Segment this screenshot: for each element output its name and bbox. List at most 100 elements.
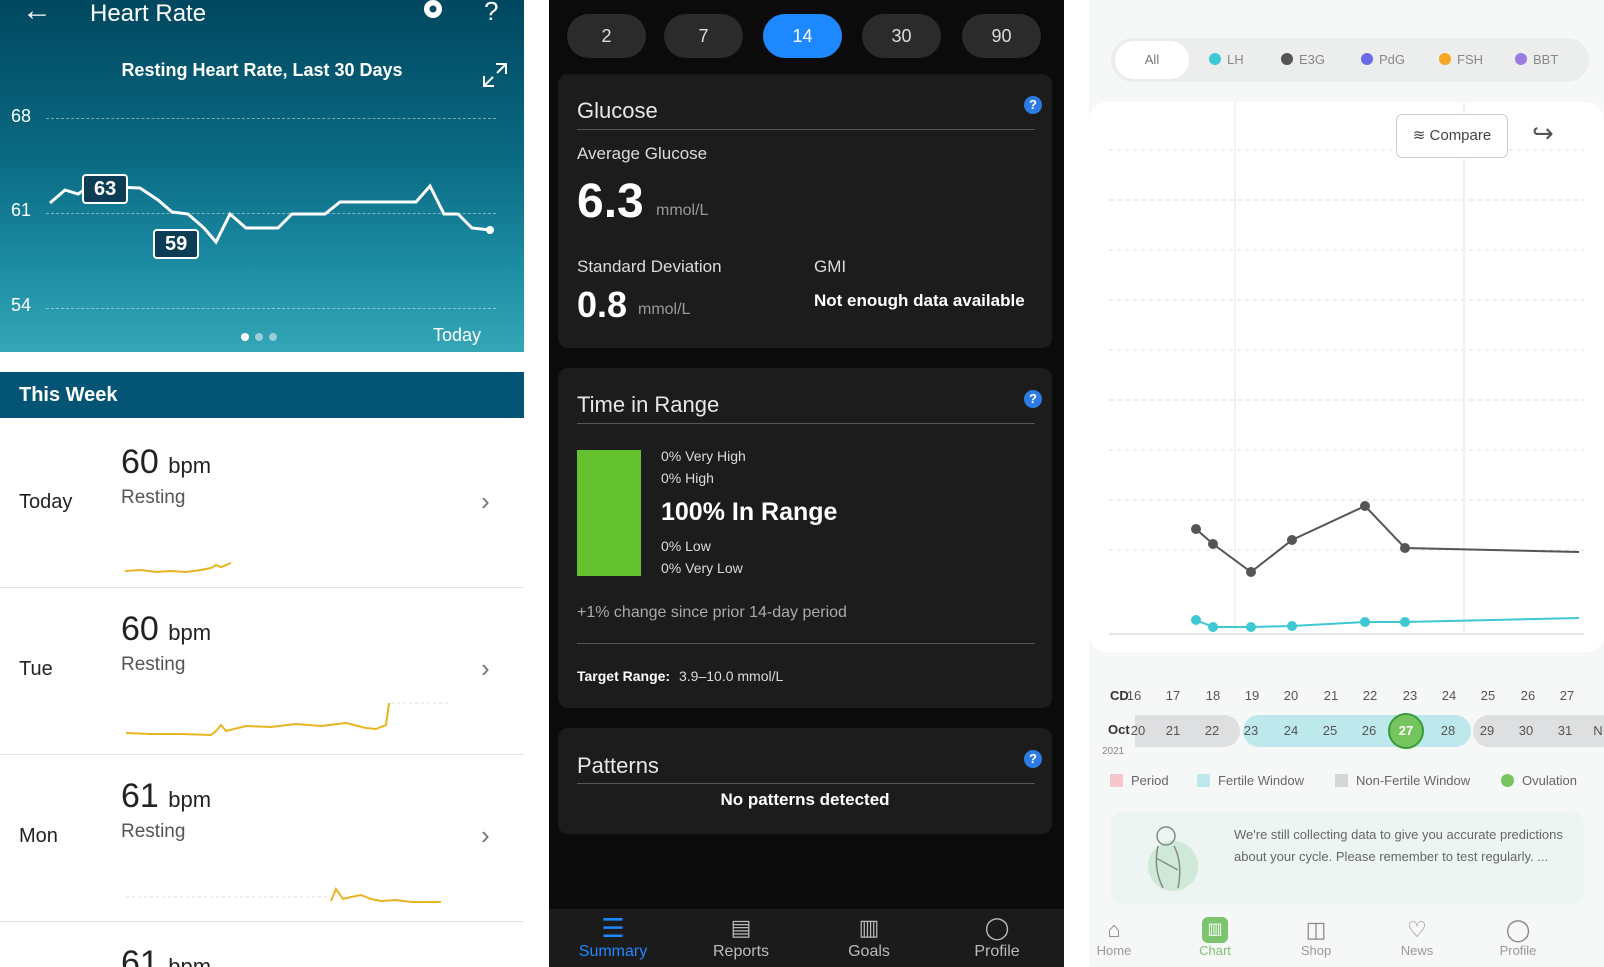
today-label: Today	[433, 325, 482, 345]
bar-chart-icon: ▥	[858, 915, 880, 940]
row-label: Resting	[121, 654, 186, 675]
woman-illustration-icon	[1148, 826, 1198, 891]
nav-reports[interactable]: ▤ Reports	[677, 909, 805, 961]
selected-date: 27	[1398, 723, 1414, 738]
person-icon: ◯	[984, 915, 1010, 940]
legend-ovulation: Ovulation	[1501, 773, 1577, 788]
nav-summary[interactable]: ☰ Summary	[549, 909, 677, 961]
row-day: Today	[19, 491, 73, 513]
hormone-chart: ≋ Compare ↪	[1089, 102, 1604, 652]
avg-value: 6.3	[577, 175, 644, 228]
nav-news[interactable]: ♡ News	[1382, 917, 1452, 958]
filter-e3g[interactable]: E3G	[1281, 51, 1325, 69]
share-icon[interactable]: ↪	[1532, 118, 1554, 149]
filter-all[interactable]: All	[1115, 41, 1189, 79]
very-low-text: 0% Very Low	[661, 560, 743, 576]
list-item[interactable]: 61 bpm	[0, 922, 524, 967]
nav-chart[interactable]: ▥ Chart	[1180, 917, 1250, 958]
range-pill-90[interactable]: 90	[962, 14, 1041, 58]
row-day: Tue	[19, 658, 53, 680]
sparkline	[125, 702, 451, 737]
sparkline	[124, 562, 232, 574]
callout-low: 59	[153, 229, 200, 259]
nav-goals[interactable]: ▥ Goals	[805, 909, 933, 961]
legend-period: Period	[1110, 773, 1169, 788]
document-icon: ▤	[730, 915, 752, 940]
high-text: 0% High	[661, 470, 714, 486]
date-strip[interactable]: 20 21 22 23 24 25 26 27 28 29 30 31 N	[1131, 713, 1604, 749]
glucose-screen: 2 7 14 30 90 Glucose ? Average Glucose 6…	[549, 0, 1064, 967]
heart-rate-header: ← Heart Rate ? Resting Heart Rate, Last …	[0, 0, 524, 352]
layers-icon: ≋	[1412, 127, 1426, 144]
range-bar	[577, 450, 641, 576]
list-item[interactable]: Tue 60 bpm Resting ›	[0, 588, 524, 755]
row-value: 61 bpm	[121, 777, 212, 815]
change-text: +1% change since prior 14-day period	[577, 604, 847, 621]
year-label: 2021	[1102, 746, 1125, 757]
info-message: We're still collecting data to give you …	[1234, 827, 1563, 864]
chevron-right-icon: ›	[481, 653, 490, 683]
very-high-text: 0% Very High	[661, 448, 746, 464]
home-icon: ⌂	[1107, 917, 1121, 942]
sd-unit: mmol/L	[638, 301, 691, 318]
nav-profile[interactable]: ◯ Profile	[933, 909, 1061, 961]
chevron-right-icon: ›	[481, 486, 490, 516]
sd-label: Standard Deviation	[577, 257, 722, 276]
row-value: 60 bpm	[121, 610, 212, 648]
chart-icon: ▥	[1202, 917, 1228, 943]
in-range-text: 100% In Range	[661, 498, 838, 526]
bag-icon: ◫	[1305, 917, 1327, 942]
patterns-title: Patterns	[577, 753, 659, 778]
sd-value: 0.8	[577, 284, 628, 325]
filter-bbt[interactable]: BBT	[1515, 51, 1558, 69]
filter-fsh[interactable]: FSH	[1439, 51, 1483, 69]
heart-icon: ♡	[1407, 917, 1427, 942]
glucose-card: Glucose ? Average Glucose 6.3 mmol/L Sta…	[558, 74, 1052, 348]
avg-label: Average Glucose	[577, 144, 708, 163]
cycle-day-row: 16 17 18 19 20 21 22 23 24 25 26 27	[1126, 688, 1575, 703]
nav-shop[interactable]: ◫ Shop	[1281, 917, 1351, 958]
target-label: Target Range:	[577, 668, 671, 684]
compare-button[interactable]: ≋ Compare	[1396, 114, 1508, 158]
help-icon[interactable]: ?	[1024, 390, 1042, 408]
info-card: We're still collecting data to give you …	[1110, 812, 1584, 904]
range-pill-7[interactable]: 7	[664, 14, 743, 58]
row-value: 60 bpm	[121, 443, 212, 481]
row-label: Resting	[121, 487, 186, 508]
list-icon: ☰	[601, 913, 625, 943]
filter-lh[interactable]: LH	[1209, 51, 1244, 69]
list-item[interactable]: Mon 61 bpm Resting ›	[0, 755, 524, 922]
legend-fertile: Fertile Window	[1197, 773, 1304, 788]
time-in-range-card: Time in Range ? 0% Very High 0% High 100…	[558, 368, 1052, 708]
help-icon[interactable]: ?	[1024, 96, 1042, 114]
range-pill-14[interactable]: 14	[763, 14, 842, 58]
patterns-text: No patterns detected	[720, 790, 890, 809]
sparkline	[126, 886, 441, 903]
bottom-nav: ☰ Summary ▤ Reports ▥ Goals ◯ Profile	[549, 909, 1064, 967]
help-icon[interactable]: ?	[1024, 750, 1042, 768]
heart-rate-screen: ← Heart Rate ? Resting Heart Rate, Last …	[0, 0, 524, 967]
nav-profile[interactable]: ◯ Profile	[1483, 917, 1553, 958]
glucose-title: Glucose	[577, 98, 658, 123]
nav-home[interactable]: ⌂ Home	[1089, 917, 1149, 958]
person-icon: ◯	[1505, 917, 1531, 942]
filter-bar: All LH E3G PdG FSH BBT	[1111, 38, 1589, 82]
gmi-value: Not enough data available	[814, 291, 1025, 310]
legend-non-fertile: Non-Fertile Window	[1335, 773, 1470, 788]
tir-title: Time in Range	[577, 392, 720, 417]
gmi-label: GMI	[814, 257, 847, 276]
low-text: 0% Low	[661, 538, 711, 554]
callout-high: 63	[82, 174, 129, 204]
range-pill-2[interactable]: 2	[567, 14, 646, 58]
row-value: 61 bpm	[121, 944, 212, 967]
heart-rate-line	[49, 183, 494, 245]
list-item[interactable]: Today 60 bpm Resting ›	[0, 421, 524, 588]
section-header: This Week	[0, 372, 524, 418]
filter-pdg[interactable]: PdG	[1361, 51, 1405, 69]
chart-plot	[1109, 102, 1584, 635]
target-value: 3.9–10.0 mmol/L	[679, 668, 784, 684]
row-day: Mon	[19, 825, 58, 847]
page-dots[interactable]	[241, 333, 281, 341]
chevron-right-icon: ›	[481, 820, 490, 850]
range-pill-30[interactable]: 30	[862, 14, 941, 58]
